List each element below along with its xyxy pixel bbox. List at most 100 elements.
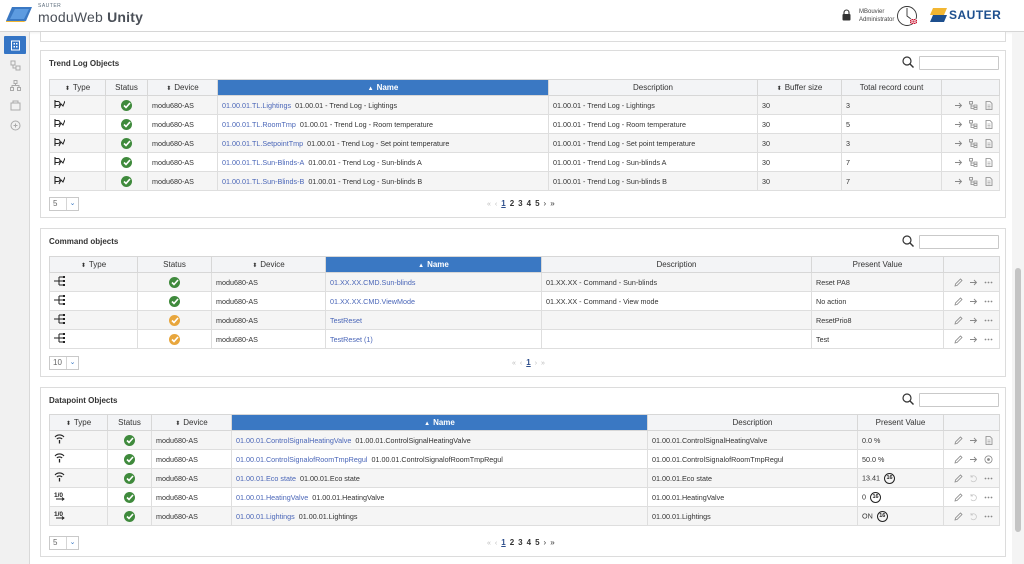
document-icon[interactable] [984,138,993,148]
table-row[interactable]: 1/0 modu680-AS 01.00.01.Lightings 01.00.… [49,506,1000,526]
object-link[interactable]: 01.00.01.Lightings [236,512,295,521]
table-row[interactable]: 1/0 modu680-AS 01.00.01.HeatingValve 01.… [49,487,1000,507]
prev-page-button[interactable]: ‹ [520,360,522,367]
prev-page-button[interactable]: ‹ [495,201,497,208]
sidebar-item-info[interactable] [4,116,26,134]
open-arrow-icon[interactable] [954,158,963,167]
document-icon[interactable] [984,100,993,110]
object-link[interactable]: 01.XX.XX.CMD.Sun-blinds [330,278,416,287]
page-1-button[interactable]: 1 [501,199,505,208]
first-page-button[interactable]: « [487,540,491,547]
col-type[interactable]: ⬍ Type [49,414,108,431]
object-link[interactable]: 01.00.01.Eco state [236,474,296,483]
object-link[interactable]: 01.00.01.ControlSignalofRoomTmpRegul [236,455,367,464]
page-3-button[interactable]: 3 [518,538,522,547]
page-2-button[interactable]: 2 [510,538,514,547]
table-row[interactable]: modu680-AS 01.00.01.ControlSignalHeating… [49,430,1000,450]
search-icon[interactable] [902,56,914,68]
col-device[interactable]: ⬍ Device [211,256,326,273]
open-arrow-icon[interactable] [954,177,963,186]
object-link[interactable]: TestReset [330,316,362,325]
document-icon[interactable] [984,157,993,167]
object-link[interactable]: TestReset (1) [330,335,373,344]
table-row[interactable]: modu680-AS 01.XX.XX.CMD.ViewMode 01.XX.X… [49,291,1000,311]
col-buffer-size[interactable]: ⬍ Buffer size [757,79,842,96]
undo-icon[interactable] [969,474,978,483]
page-size-select[interactable]: 5 ⌄ [49,536,79,550]
object-link[interactable]: 01.00.01.ControlSignalHeatingValve [236,436,351,445]
page-3-button[interactable]: 3 [518,199,522,208]
open-arrow-icon[interactable] [969,297,978,306]
lock-icon[interactable] [842,9,851,21]
edit-pencil-icon[interactable] [954,297,963,306]
col-present-value[interactable]: Present Value [857,414,944,431]
page-4-button[interactable]: 4 [527,538,531,547]
page-5-button[interactable]: 5 [535,199,539,208]
last-page-button[interactable]: » [550,199,554,208]
col-type[interactable]: ⬍ Type [49,79,106,96]
document-icon[interactable] [984,176,993,186]
hierarchy-icon[interactable] [969,176,978,186]
edit-pencil-icon[interactable] [954,493,963,502]
table-row[interactable]: modu680-AS 01.00.01.TL.Sun-Blinds-B 01.0… [49,171,1000,191]
hierarchy-icon[interactable] [969,119,978,129]
scrollbar-thumb[interactable] [1015,268,1021,532]
table-row[interactable]: modu680-AS 01.00.01.TL.SetpointTmp 01.00… [49,133,1000,153]
edit-pencil-icon[interactable] [954,474,963,483]
search-input[interactable] [919,56,999,70]
hierarchy-icon[interactable] [969,157,978,167]
sidebar-item-objects[interactable] [4,36,26,54]
page-5-button[interactable]: 5 [535,538,539,547]
object-link[interactable]: 01.00.01.TL.SetpointTmp [222,139,303,148]
undo-icon[interactable] [969,512,978,521]
target-icon[interactable] [984,455,993,464]
document-icon[interactable] [984,435,993,445]
open-arrow-icon[interactable] [954,139,963,148]
more-options-icon[interactable] [984,316,993,325]
search-icon[interactable] [902,235,914,247]
next-page-button[interactable]: › [535,360,537,367]
first-page-button[interactable]: « [512,360,516,367]
col-device[interactable]: ⬍ Device [151,414,232,431]
more-options-icon[interactable] [984,474,993,483]
col-description[interactable]: Description [541,256,812,273]
last-page-button[interactable]: » [550,538,554,547]
open-arrow-icon[interactable] [969,335,978,344]
hierarchy-icon[interactable] [969,100,978,110]
document-icon[interactable] [984,119,993,129]
table-row[interactable]: modu680-AS 01.00.01.ControlSignalofRoomT… [49,449,1000,469]
page-size-select[interactable]: 10 ⌄ [49,356,79,370]
col-type[interactable]: ⬍ Type [49,256,138,273]
table-row[interactable]: modu680-AS TestReset ResetPrio8 [49,310,1000,330]
open-arrow-icon[interactable] [969,436,978,445]
table-row[interactable]: modu680-AS 01.00.01.TL.Sun-Blinds-A 01.0… [49,152,1000,172]
col-description[interactable]: Description [548,79,758,96]
table-row[interactable]: modu680-AS 01.00.01.TL.RoomTmp 01.00.01 … [49,114,1000,134]
page-4-button[interactable]: 4 [527,199,531,208]
col-present-value[interactable]: Present Value [811,256,944,273]
col-status[interactable]: Status [105,79,148,96]
open-arrow-icon[interactable] [969,316,978,325]
col-status[interactable]: Status [107,414,152,431]
table-row[interactable]: modu680-AS 01.XX.XX.CMD.Sun-blinds 01.XX… [49,272,1000,292]
object-link[interactable]: 01.00.01.TL.Sun-Blinds-A [222,158,304,167]
table-row[interactable]: modu680-AS TestReset (1) Test [49,329,1000,349]
object-link[interactable]: 01.00.01.HeatingValve [236,493,308,502]
object-link[interactable]: 01.00.01.TL.Sun-Blinds-B [222,177,304,186]
col-name[interactable]: ▲ Name [325,256,542,273]
next-page-button[interactable]: › [544,538,547,547]
more-options-icon[interactable] [984,297,993,306]
object-link[interactable]: 01.XX.XX.CMD.ViewMode [330,297,415,306]
next-page-button[interactable]: › [544,199,547,208]
edit-pencil-icon[interactable] [954,335,963,344]
edit-pencil-icon[interactable] [954,316,963,325]
sidebar-item-settings[interactable] [4,96,26,114]
table-row[interactable]: modu680-AS 01.00.01.TL.Lightings 01.00.0… [49,95,1000,115]
prev-page-button[interactable]: ‹ [495,540,497,547]
hierarchy-icon[interactable] [969,138,978,148]
col-device[interactable]: ⬍ Device [147,79,218,96]
edit-pencil-icon[interactable] [954,512,963,521]
col-status[interactable]: Status [137,256,212,273]
undo-icon[interactable] [969,493,978,502]
sidebar-item-devices[interactable] [4,56,26,74]
